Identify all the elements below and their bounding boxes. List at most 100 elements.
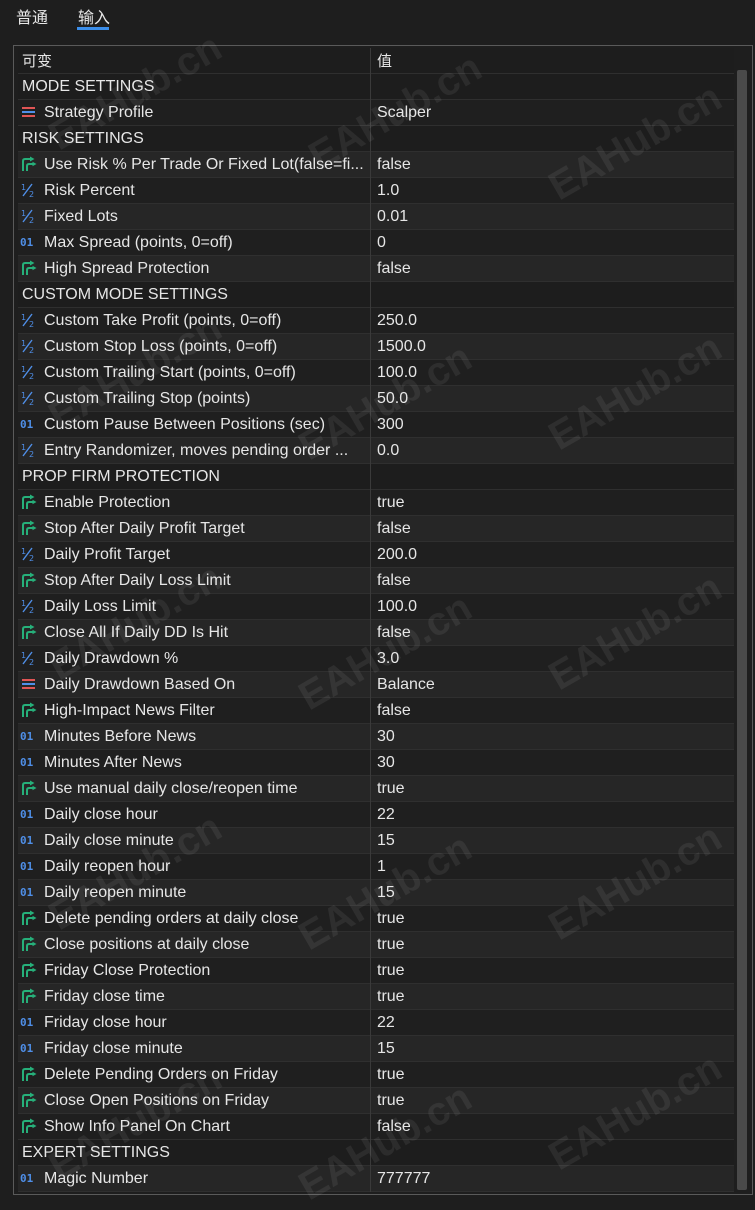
column-separator	[370, 906, 371, 932]
parameter-row[interactable]: Stop After Daily Profit Target false	[18, 516, 734, 542]
parameter-row[interactable]: 1 2 Custom Take Profit (points, 0=off) 250.…	[18, 308, 734, 334]
svg-text:01: 01	[20, 886, 34, 899]
parameter-row[interactable]: 01 Daily close minute 15	[18, 828, 734, 854]
parameter-name-cell: 1 2 Custom Stop Loss (points, 0=off)	[18, 334, 370, 360]
parameter-value[interactable]: 1	[372, 854, 734, 880]
parameter-value[interactable]: 100.0	[372, 360, 734, 386]
parameter-row[interactable]: Friday Close Protection true	[18, 958, 734, 984]
parameter-row[interactable]: Strategy Profile Scalper	[18, 100, 734, 126]
parameter-row[interactable]: Enable Protection true	[18, 490, 734, 516]
parameter-value[interactable]: true	[372, 984, 734, 1010]
svg-text:01: 01	[20, 730, 34, 743]
parameter-row[interactable]: Use manual daily close/reopen time true	[18, 776, 734, 802]
parameter-row[interactable]: 01 Friday close minute 15	[18, 1036, 734, 1062]
parameter-value[interactable]: true	[372, 958, 734, 984]
parameter-row[interactable]: Friday close time true	[18, 984, 734, 1010]
parameter-value[interactable]: 1500.0	[372, 334, 734, 360]
parameter-row[interactable]: High-Impact News Filter false	[18, 698, 734, 724]
active-tab-indicator	[77, 27, 109, 30]
parameter-value[interactable]: false	[372, 698, 734, 724]
parameter-value[interactable]: 15	[372, 828, 734, 854]
section-row: MODE SETTINGS	[18, 74, 734, 100]
parameter-value[interactable]: 3.0	[372, 646, 734, 672]
parameter-value[interactable]: true	[372, 1062, 734, 1088]
parameter-name-cell: Close Open Positions on Friday	[18, 1088, 370, 1114]
parameter-value[interactable]: 22	[372, 1010, 734, 1036]
parameter-row[interactable]: Stop After Daily Loss Limit false	[18, 568, 734, 594]
parameter-name: Stop After Daily Loss Limit	[44, 572, 231, 589]
tab-inputs[interactable]: 输入	[78, 4, 110, 28]
parameter-row[interactable]: Daily Drawdown Based On Balance	[18, 672, 734, 698]
parameter-name-cell: 01 Minutes After News	[18, 750, 370, 776]
parameter-name: Custom Stop Loss (points, 0=off)	[44, 338, 278, 355]
column-separator	[370, 256, 371, 282]
parameter-value[interactable]: 0.01	[372, 204, 734, 230]
parameter-row[interactable]: 01 Magic Number 777777	[18, 1166, 734, 1192]
parameter-value[interactable]: false	[372, 568, 734, 594]
parameter-row[interactable]: High Spread Protection false	[18, 256, 734, 282]
parameter-value[interactable]: 777777	[372, 1166, 734, 1192]
parameter-value[interactable]: false	[372, 1114, 734, 1140]
parameter-row[interactable]: 1 2 Daily Drawdown % 3.0	[18, 646, 734, 672]
parameter-name: High-Impact News Filter	[44, 702, 215, 719]
parameter-row[interactable]: Delete Pending Orders on Friday true	[18, 1062, 734, 1088]
parameter-value[interactable]: false	[372, 620, 734, 646]
scrollbar-thumb[interactable]	[737, 70, 747, 1190]
parameter-value[interactable]: 50.0	[372, 386, 734, 412]
parameter-value[interactable]: 200.0	[372, 542, 734, 568]
parameter-value[interactable]: Scalper	[372, 100, 734, 126]
parameter-value[interactable]: false	[372, 152, 734, 178]
parameter-value[interactable]: 0.0	[372, 438, 734, 464]
parameter-row[interactable]: 1 2 Daily Loss Limit 100.0	[18, 594, 734, 620]
parameter-value[interactable]: 30	[372, 724, 734, 750]
parameter-value[interactable]: 22	[372, 802, 734, 828]
parameter-value[interactable]: 300	[372, 412, 734, 438]
parameter-value[interactable]: true	[372, 1088, 734, 1114]
parameter-value[interactable]: true	[372, 776, 734, 802]
parameter-value[interactable]: 15	[372, 880, 734, 906]
column-separator[interactable]	[370, 48, 371, 74]
parameter-row[interactable]: 01 Custom Pause Between Positions (sec) 30…	[18, 412, 734, 438]
tab-general[interactable]: 普通	[16, 4, 48, 28]
parameter-row[interactable]: 1 2 Entry Randomizer, moves pending order …	[18, 438, 734, 464]
parameter-row[interactable]: Show Info Panel On Chart false	[18, 1114, 734, 1140]
parameter-row[interactable]: 1 2 Fixed Lots 0.01	[18, 204, 734, 230]
parameter-row[interactable]: 1 2 Custom Trailing Stop (points) 50.0	[18, 386, 734, 412]
parameter-value[interactable]: 0	[372, 230, 734, 256]
parameter-name: Daily Drawdown Based On	[44, 676, 236, 693]
parameter-name: Delete Pending Orders on Friday	[44, 1066, 278, 1083]
parameter-row[interactable]: 01 Daily reopen minute 15	[18, 880, 734, 906]
bool-icon	[20, 988, 38, 1004]
parameter-value[interactable]: true	[372, 906, 734, 932]
parameter-row[interactable]: 1 2 Daily Profit Target 200.0	[18, 542, 734, 568]
parameter-row[interactable]: 01 Friday close hour 22	[18, 1010, 734, 1036]
parameter-value[interactable]: 250.0	[372, 308, 734, 334]
bool-icon	[20, 936, 38, 952]
parameter-row[interactable]: 1 2 Custom Trailing Start (points, 0=off) 1…	[18, 360, 734, 386]
parameter-row[interactable]: 1 2 Custom Stop Loss (points, 0=off) 1500.0	[18, 334, 734, 360]
parameter-row[interactable]: Use Risk % Per Trade Or Fixed Lot(false=…	[18, 152, 734, 178]
svg-text:01: 01	[20, 236, 34, 249]
parameter-row[interactable]: 01 Daily reopen hour 1	[18, 854, 734, 880]
parameter-value[interactable]: false	[372, 256, 734, 282]
parameter-value[interactable]: 100.0	[372, 594, 734, 620]
parameter-value[interactable]: true	[372, 932, 734, 958]
parameter-name-cell: Close All If Daily DD Is Hit	[18, 620, 370, 646]
parameter-value[interactable]: false	[372, 516, 734, 542]
column-header-value[interactable]: 值	[372, 48, 734, 74]
column-header-variable[interactable]: 可变	[18, 48, 370, 74]
parameter-row[interactable]: Close positions at daily close true	[18, 932, 734, 958]
parameter-value[interactable]: 30	[372, 750, 734, 776]
parameter-row[interactable]: 01 Minutes Before News 30	[18, 724, 734, 750]
parameter-row[interactable]: 01 Minutes After News 30	[18, 750, 734, 776]
parameter-row[interactable]: Close All If Daily DD Is Hit false	[18, 620, 734, 646]
parameter-value[interactable]: 1.0	[372, 178, 734, 204]
parameter-row[interactable]: 1 2 Risk Percent 1.0	[18, 178, 734, 204]
parameter-value[interactable]: Balance	[372, 672, 734, 698]
parameter-row[interactable]: Delete pending orders at daily close true	[18, 906, 734, 932]
parameter-row[interactable]: 01 Daily close hour 22	[18, 802, 734, 828]
parameter-row[interactable]: Close Open Positions on Friday true	[18, 1088, 734, 1114]
parameter-value[interactable]: 15	[372, 1036, 734, 1062]
parameter-row[interactable]: 01 Max Spread (points, 0=off) 0	[18, 230, 734, 256]
parameter-value[interactable]: true	[372, 490, 734, 516]
